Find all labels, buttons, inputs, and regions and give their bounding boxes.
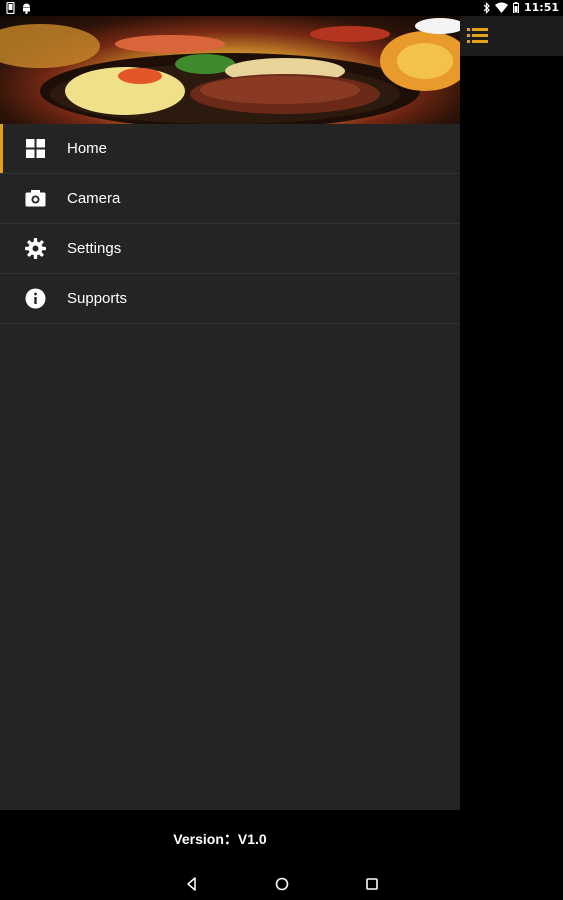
status-bar: 11:51 <box>0 0 563 16</box>
list-menu-button[interactable] <box>464 22 494 50</box>
main-content-area <box>460 16 563 810</box>
status-left-icons <box>6 2 32 14</box>
version-label: Version：V1.0 <box>173 831 267 847</box>
bluetooth-icon <box>483 1 490 14</box>
food-header-image <box>0 18 460 124</box>
nav-item-home[interactable]: Home <box>0 124 460 174</box>
android-notification-icon <box>23 3 30 14</box>
status-time: 11:51 <box>523 1 559 14</box>
nav-item-settings[interactable]: Settings <box>0 224 460 274</box>
list-menu-icon <box>467 28 488 43</box>
navigation-drawer: Home Camera Settings Supports <box>0 16 460 810</box>
nav-label-settings: Settings <box>67 240 122 257</box>
phone-notification-icon <box>6 2 15 14</box>
camera-icon <box>25 190 46 207</box>
nav-item-supports[interactable]: Supports <box>0 274 460 324</box>
back-icon[interactable] <box>184 876 200 892</box>
toolbar <box>460 16 563 56</box>
nav-label-camera: Camera <box>67 190 121 207</box>
home-circle-icon[interactable] <box>274 876 290 892</box>
gear-icon <box>25 238 46 259</box>
drawer-header-image <box>0 16 460 124</box>
home-grid-icon <box>26 139 45 158</box>
wifi-icon <box>494 2 508 13</box>
nav-item-camera[interactable]: Camera <box>0 174 460 224</box>
recents-square-icon[interactable] <box>364 876 380 892</box>
info-icon <box>25 288 46 309</box>
status-right-icons: 11:51 <box>483 1 559 14</box>
nav-label-home: Home <box>67 140 108 157</box>
drawer-nav-list: Home Camera Settings Supports <box>0 124 460 324</box>
footer: Version：V1.0 <box>0 810 563 900</box>
nav-label-supports: Supports <box>67 290 128 307</box>
battery-icon <box>512 2 519 13</box>
